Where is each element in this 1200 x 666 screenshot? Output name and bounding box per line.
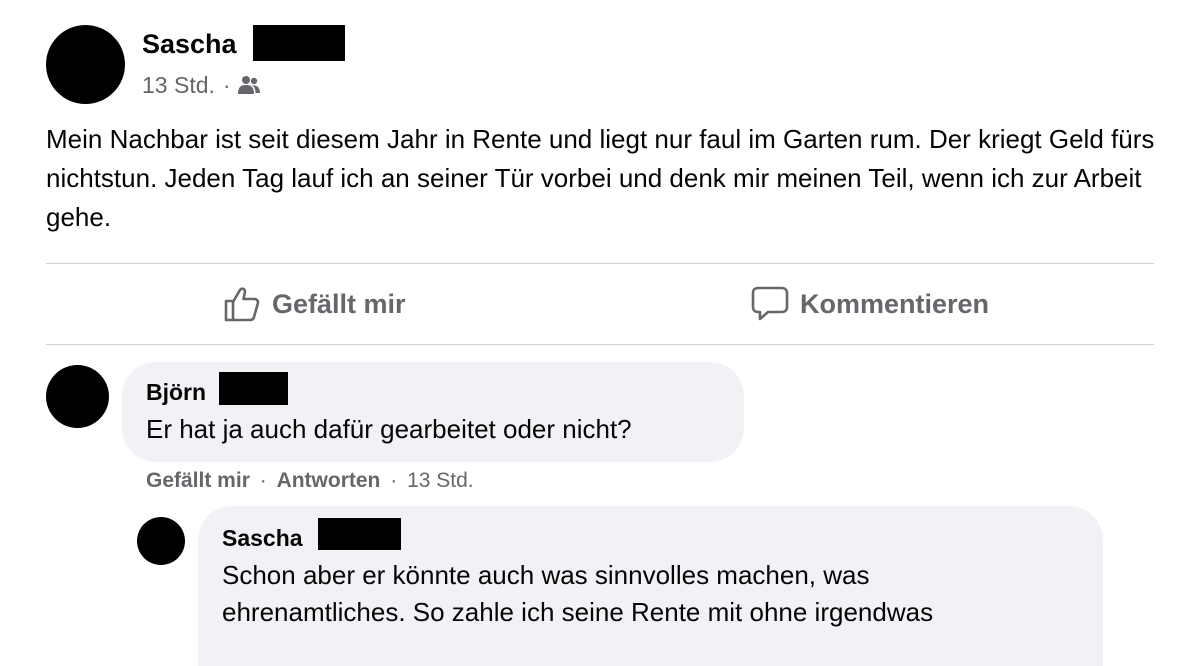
comment-author-name[interactable]: Björn xyxy=(146,377,206,407)
comment-author-avatar[interactable] xyxy=(46,365,109,428)
friends-icon[interactable] xyxy=(237,75,261,95)
separator: · xyxy=(259,469,267,492)
post-text: Mein Nachbar ist seit diesem Jahr in Ren… xyxy=(46,124,1155,232)
redacted-surname xyxy=(318,518,401,550)
comment-button[interactable]: Kommentieren xyxy=(750,284,989,324)
meta-separator: · xyxy=(222,72,231,98)
comment-reply-link[interactable]: Antworten xyxy=(277,469,381,492)
comment-text: Er hat ja auch dafür gearbeitet oder nic… xyxy=(146,414,632,444)
post-meta: 13 Std. · xyxy=(142,70,261,100)
redacted-surname xyxy=(219,372,288,405)
comment-like-link[interactable]: Gefällt mir xyxy=(146,469,250,492)
comment-actions: Gefällt mir · Antworten · 13 Std. xyxy=(146,467,474,495)
post-author-avatar[interactable] xyxy=(46,25,125,104)
like-label: Gefällt mir xyxy=(272,288,406,319)
divider-bottom xyxy=(46,344,1154,345)
like-button[interactable]: Gefällt mir xyxy=(222,284,406,324)
divider-top xyxy=(46,263,1154,264)
comment-label: Kommentieren xyxy=(800,288,990,319)
reply-author-avatar[interactable] xyxy=(137,517,185,565)
comment-time[interactable]: 13 Std. xyxy=(407,469,474,492)
reply-text-line-1: Schon aber er könnte auch was sinnvolles… xyxy=(222,560,870,590)
redacted-surname xyxy=(253,25,345,61)
thumbs-up-icon xyxy=(224,287,260,322)
reply-text-line-2: ehrenamtliches. So zahle ich seine Rente… xyxy=(222,597,934,627)
separator: · xyxy=(390,469,398,492)
post-author-name[interactable]: Sascha xyxy=(142,27,237,61)
reply-author-name[interactable]: Sascha xyxy=(222,523,303,553)
post-time[interactable]: 13 Std. xyxy=(142,70,215,100)
speech-bubble-icon xyxy=(751,286,789,321)
post-author-name-text: Sascha xyxy=(142,29,237,59)
